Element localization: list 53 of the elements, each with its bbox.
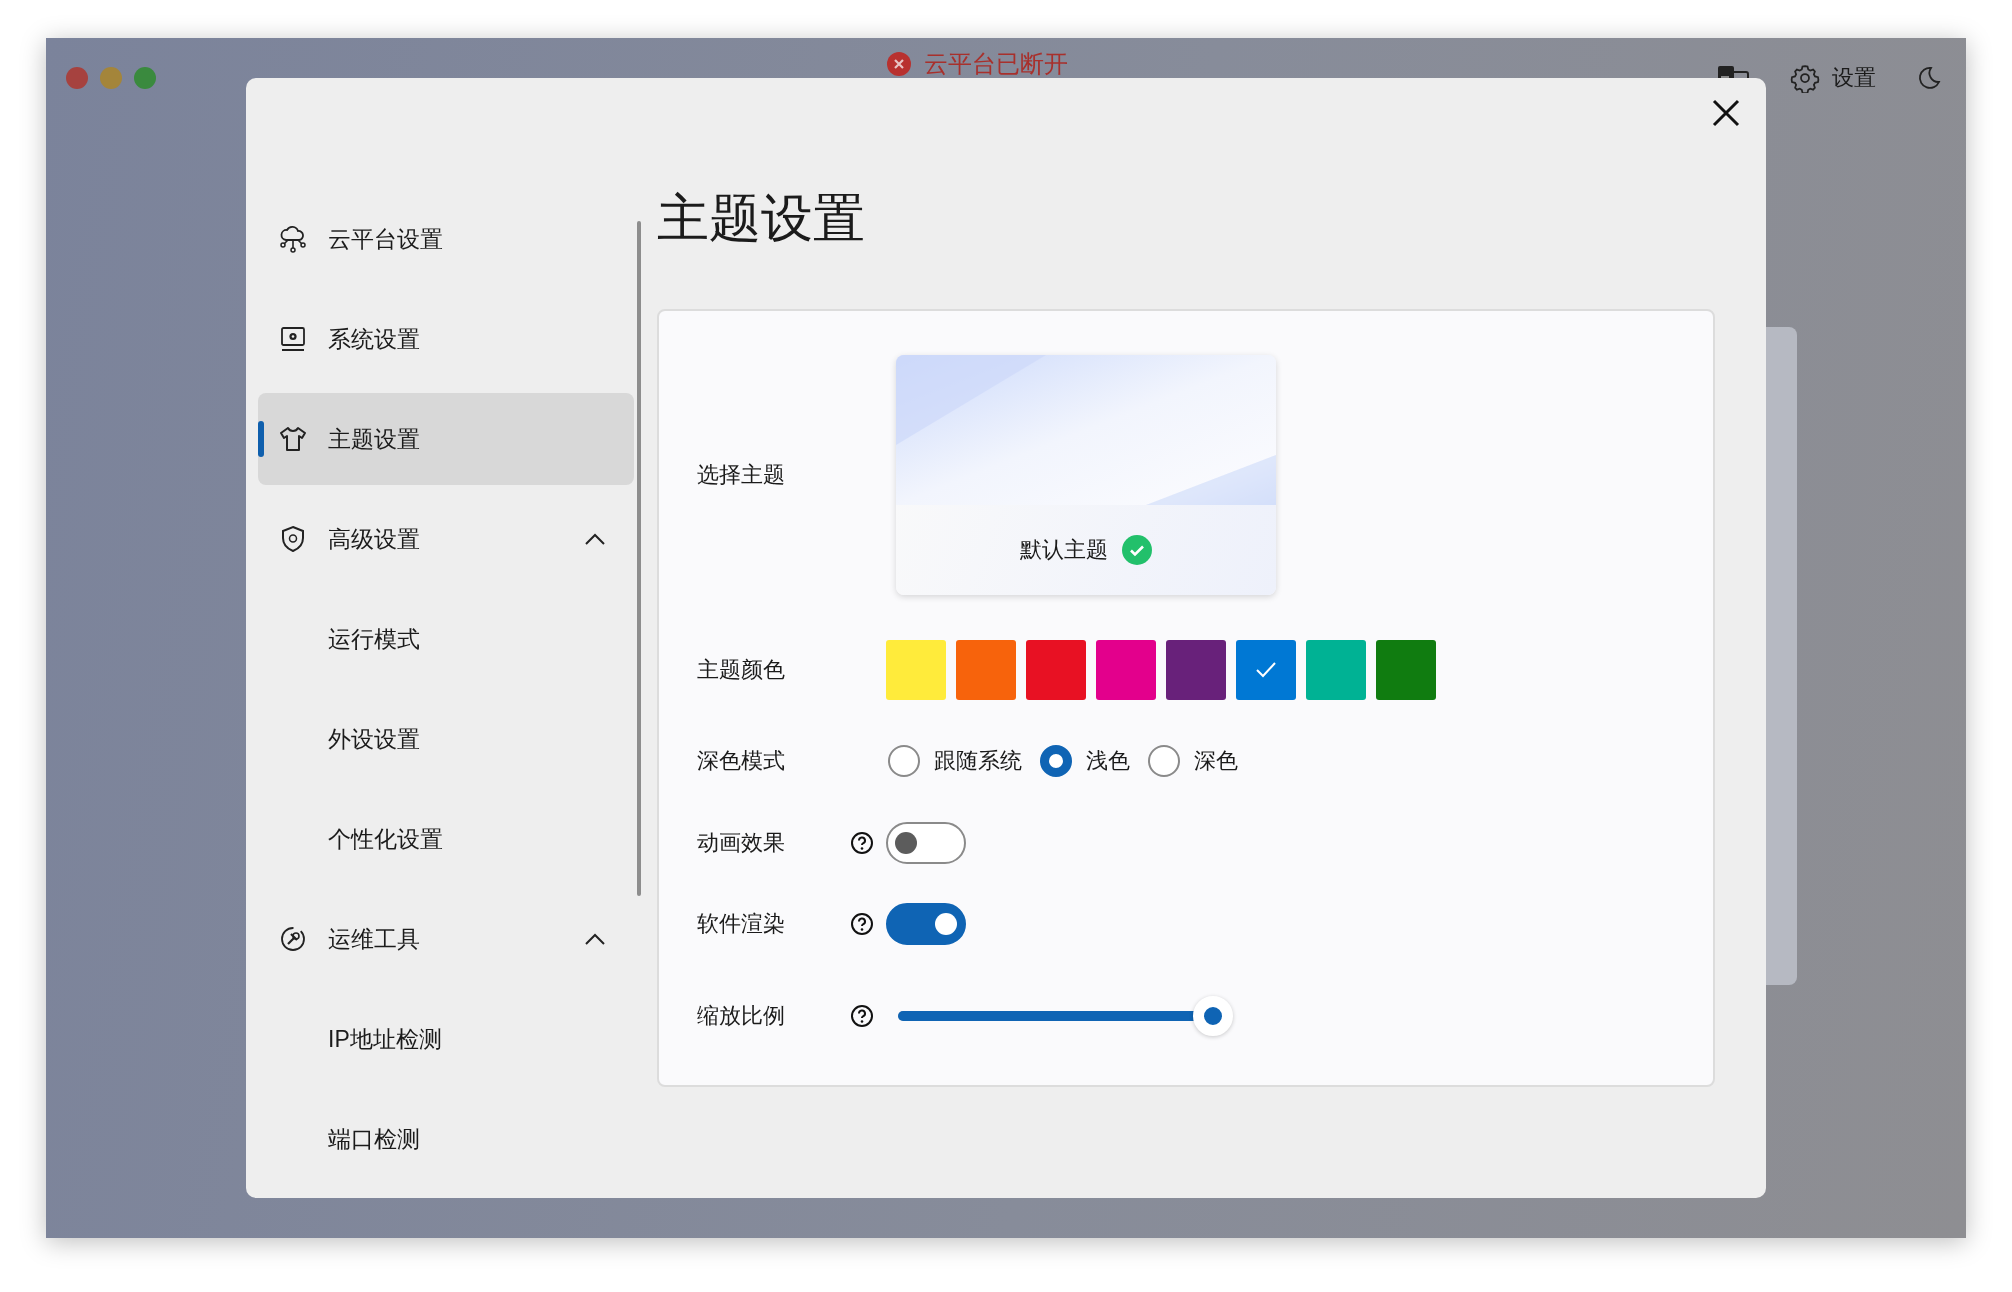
sidebar-subitem[interactable]: 外设设置 <box>258 693 634 785</box>
setting-label: 软件渲染 <box>697 910 786 938</box>
setting-label: 深色模式 <box>697 747 786 775</box>
setting-label: 主题颜色 <box>697 656 786 684</box>
sidebar-item[interactable]: 系统设置 <box>258 293 634 385</box>
color-swatch[interactable] <box>886 640 946 700</box>
sidebar-subitem[interactable]: IP地址检测 <box>258 993 634 1085</box>
chevron-icon[interactable] <box>584 532 606 546</box>
status-text: 云平台已断开 <box>924 49 1068 79</box>
theme-name: 默认主题 <box>1020 536 1108 564</box>
sidebar-item[interactable]: 主题设置 <box>258 393 634 485</box>
page-title: 主题设置 <box>657 188 866 248</box>
radio-button[interactable] <box>1148 745 1180 777</box>
chevron-icon[interactable] <box>584 932 606 946</box>
color-swatch[interactable] <box>1236 640 1296 700</box>
radio-button[interactable] <box>1040 745 1072 777</box>
color-swatch[interactable] <box>956 640 1016 700</box>
slider-thumb[interactable] <box>1193 996 1233 1036</box>
monitor-gear-icon <box>278 324 308 354</box>
sidebar-subitem[interactable]: 个性化设置 <box>258 793 634 885</box>
gear-icon <box>1790 63 1820 93</box>
sidebar-subitem[interactable]: 运行模式 <box>258 593 634 685</box>
shirt-icon <box>278 424 308 454</box>
color-swatch[interactable] <box>1376 640 1436 700</box>
check-circle-icon <box>1122 535 1152 565</box>
radio-label[interactable]: 浅色 <box>1086 746 1130 776</box>
sidebar-subitem[interactable]: 端口检测 <box>258 1093 634 1185</box>
toggle-switch[interactable] <box>886 822 966 864</box>
help-icon[interactable] <box>850 1004 874 1028</box>
radio-label[interactable]: 深色 <box>1194 746 1238 776</box>
error-icon <box>886 51 912 77</box>
toggle-switch[interactable] <box>886 903 966 945</box>
settings-button[interactable]: 设置 <box>1790 63 1876 93</box>
scrollbar[interactable] <box>637 221 641 896</box>
color-swatch[interactable] <box>1306 640 1366 700</box>
setting-label: 选择主题 <box>697 461 786 489</box>
sidebar-item[interactable]: 运维工具 <box>258 893 634 985</box>
color-swatch[interactable] <box>1026 640 1086 700</box>
setting-label: 动画效果 <box>697 829 786 857</box>
color-swatch[interactable] <box>1166 640 1226 700</box>
radio-label[interactable]: 跟随系统 <box>934 746 1022 776</box>
moon-icon[interactable] <box>1916 65 1942 91</box>
close-icon[interactable] <box>1711 98 1741 128</box>
tools-icon <box>278 924 308 954</box>
radio-button[interactable] <box>888 745 920 777</box>
theme-card[interactable]: 默认主题 <box>896 355 1276 595</box>
help-icon[interactable] <box>850 912 874 936</box>
setting-label: 缩放比例 <box>697 1002 786 1030</box>
sidebar-item[interactable]: 高级设置 <box>258 493 634 585</box>
color-swatch[interactable] <box>1096 640 1156 700</box>
help-icon[interactable] <box>850 831 874 855</box>
cloud-network-icon <box>278 224 308 254</box>
sidebar-item[interactable]: 云平台设置 <box>258 193 634 285</box>
